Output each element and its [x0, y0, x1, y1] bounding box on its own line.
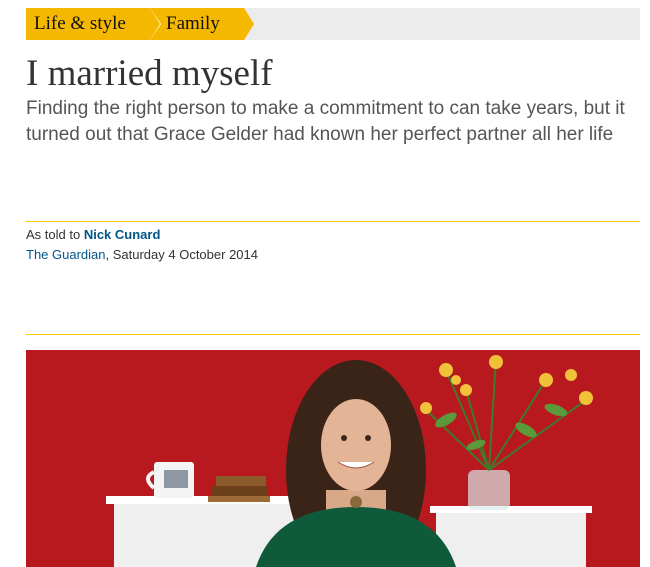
breadcrumb: Life & style Family [26, 8, 640, 40]
author-link[interactable]: Nick Cunard [84, 227, 161, 242]
photo-illustration [26, 350, 640, 567]
byline-prefix: As told to [26, 227, 84, 242]
publication-line: The Guardian, Saturday 4 October 2014 [26, 246, 258, 263]
breadcrumb-life-and-style[interactable]: Life & style [26, 8, 160, 40]
article-headline: I married myself [26, 53, 273, 94]
divider-top [26, 221, 640, 222]
publication-date: , Saturday 4 October 2014 [105, 247, 258, 262]
article-standfirst: Finding the right person to make a commi… [26, 98, 625, 145]
divider-bottom [26, 334, 640, 335]
publication-link[interactable]: The Guardian [26, 247, 106, 262]
breadcrumb-family[interactable]: Family [150, 8, 254, 40]
article-photo [26, 350, 640, 567]
byline: As told to Nick Cunard [26, 226, 160, 243]
